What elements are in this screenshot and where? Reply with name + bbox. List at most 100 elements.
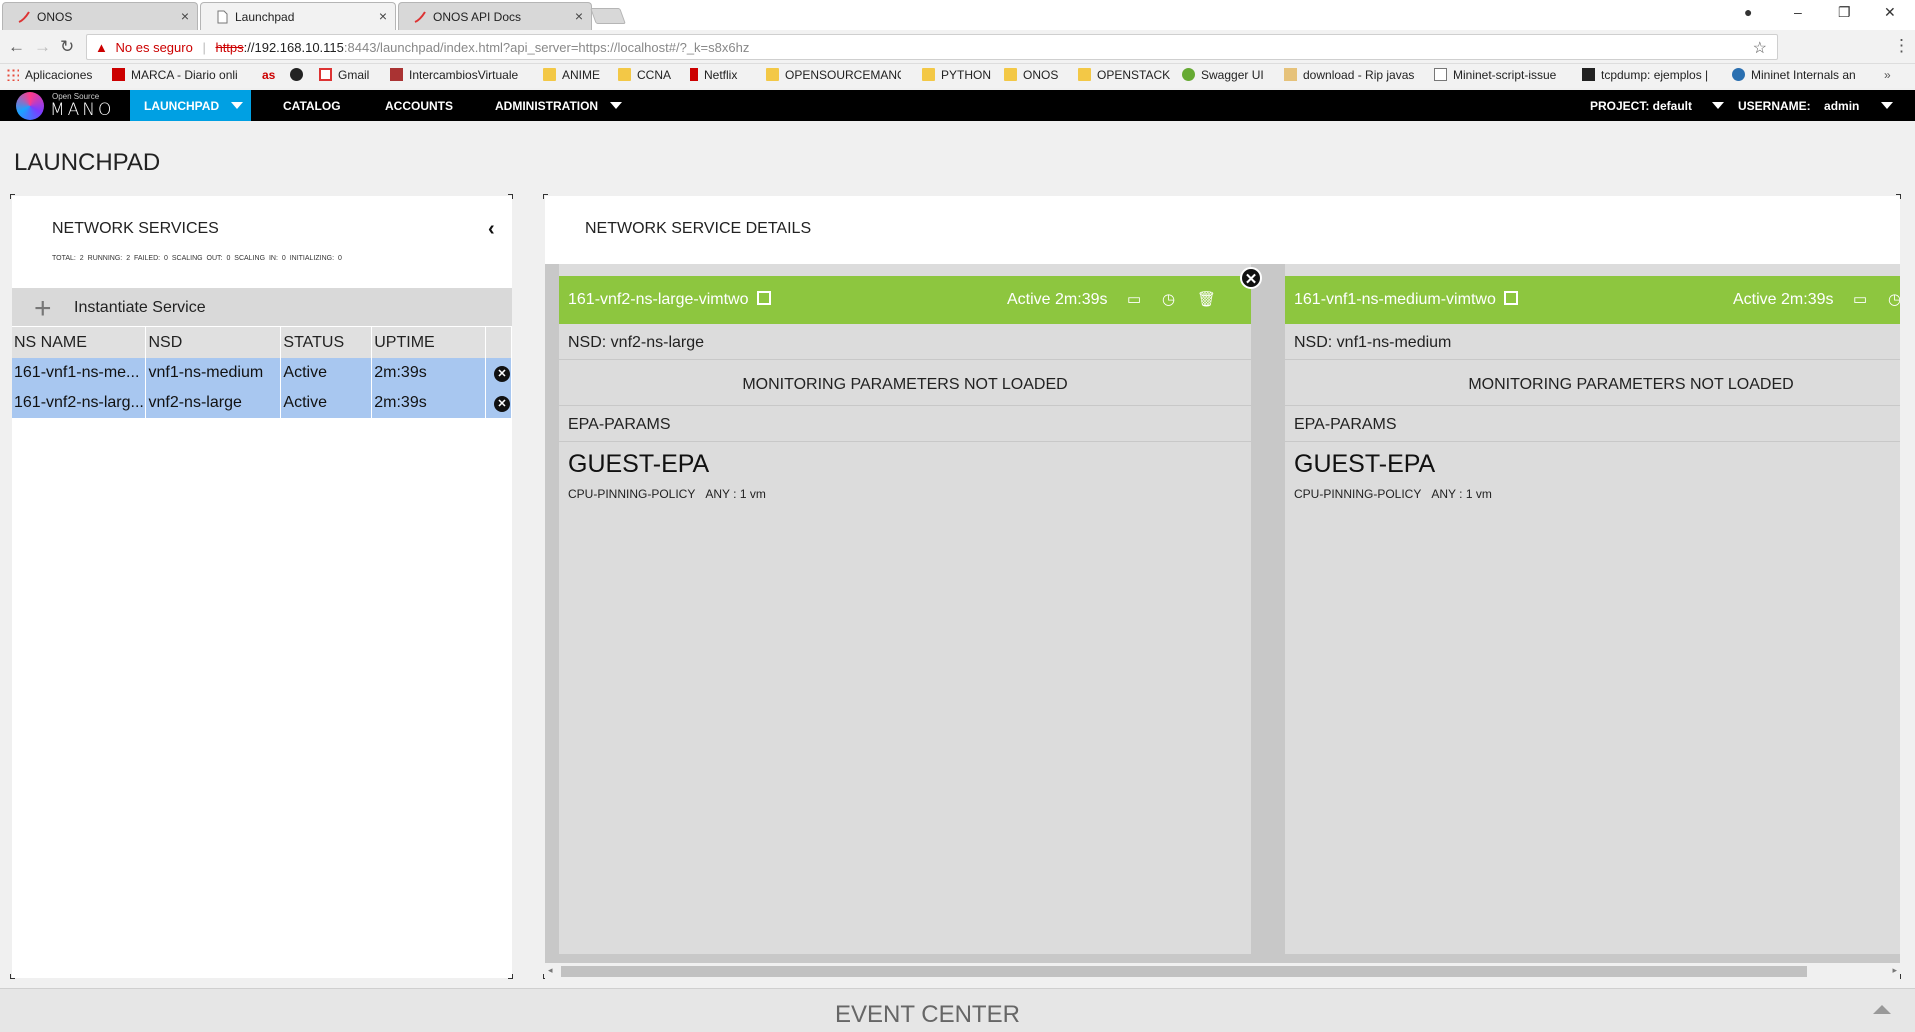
nav-label: LAUNCHPAD [144,99,220,113]
bookmark-label: CCNA [637,68,672,82]
onos-favicon-icon [18,11,30,23]
ns-card-nsd: NSD: vnf2-ns-large [559,324,1251,360]
bookmark-onos[interactable]: ONOS [1004,68,1058,82]
url-input[interactable]: ▲ No es seguro | https://192.168.10.115:… [86,34,1778,60]
folder-icon [543,68,556,81]
bookmark-mininet-script[interactable]: Mininet-script-issue [1434,68,1568,82]
event-center-bar[interactable]: EVENT CENTER [0,988,1915,1032]
bookmark-label: Swagger UI [1201,68,1264,82]
bookmark-anime[interactable]: ANIME [543,68,600,82]
netflix-icon [690,68,698,81]
page-title: LAUNCHPAD [14,149,161,176]
bookmark-netflix[interactable]: Netflix [690,68,737,82]
warning-icon: ▲ [95,40,108,55]
bookmark-download[interactable]: download - Rip javas [1284,68,1416,82]
bookmark-mundo[interactable] [290,68,309,82]
ns-card-title-link[interactable]: 161-vnf1-ns-medium-vimtwo [1294,291,1518,309]
bookmark-python[interactable]: PYTHON [922,68,991,82]
back-icon[interactable]: ← [8,37,25,57]
bookmark-openstack[interactable]: OPENSTACK [1078,68,1170,82]
bookmark-gmail[interactable]: Gmail [319,68,369,82]
column-header-nsd[interactable]: NSD [145,327,282,358]
ns-card: 161-vnf1-ns-medium-vimtwo Active 2m:39s … [1285,264,1900,954]
console-monitor-icon[interactable]: ▭ [1127,290,1141,308]
wordpress-icon [1732,68,1745,81]
ns-card-title-link[interactable]: 161-vnf2-ns-large-vimtwo [568,291,771,309]
reload-icon[interactable]: ↻ [60,37,74,57]
delete-ns-icon[interactable]: ✕ [493,396,510,412]
network-services-table: NS NAME NSD STATUS UPTIME 161-vnf1-ns-me… [12,327,513,418]
column-header-actions [485,327,513,358]
bookmark-apps[interactable]: Aplicaciones [6,68,92,82]
bookmark-opensourcemano[interactable]: OPENSOURCEMANO [766,68,901,82]
project-selector[interactable]: PROJECT: default [1590,90,1725,121]
clock-icon[interactable]: ◷ [1888,290,1900,308]
profile-icon[interactable]: ● [1744,4,1752,20]
external-link-icon [1503,291,1518,305]
horizontal-scrollbar[interactable]: ◂ ▸ [545,963,1900,980]
ns-card-status: Active 2m:39s [1007,291,1108,308]
mundo-icon [290,68,303,81]
bookmark-intercambios[interactable]: IntercambiosVirtuale [390,68,518,82]
bookmark-ccna[interactable]: CCNA [618,68,671,82]
nav-accounts[interactable]: ACCOUNTS [385,90,453,121]
bookmark-mininet-internals[interactable]: Mininet Internals an [1732,68,1874,82]
bookmark-as[interactable]: as [262,68,275,82]
browser-tabstrip: ONOS × Launchpad × ONOS API Docs × ● – ❐… [0,0,1915,30]
new-tab-button[interactable] [590,8,626,24]
restore-icon[interactable]: ❐ [1838,4,1851,21]
clock-icon[interactable]: ◷ [1162,290,1175,308]
bookmark-swagger[interactable]: Swagger UI [1182,68,1264,82]
bookmark-star-icon[interactable]: ☆ [1753,38,1767,58]
tab-close-icon[interactable]: × [379,8,387,24]
cell-uptime: 2m:39s [371,358,486,388]
bookmark-label: PYTHON [941,68,992,82]
minimize-icon[interactable]: – [1794,4,1802,20]
ns-card-header: 161-vnf2-ns-large-vimtwo Active 2m:39s ▭… [559,276,1251,324]
chevron-down-icon [610,102,623,109]
bookmark-tcpdump[interactable]: tcpdump: ejemplos | [1582,68,1728,82]
scrollbar-thumb[interactable] [561,966,1807,977]
bookmarks-overflow-icon[interactable]: » [1884,68,1891,82]
scroll-left-icon[interactable]: ◂ [548,965,553,976]
url-protocol: https [215,40,244,55]
address-bar-row: ← → ↻ ▲ No es seguro | https://192.168.1… [0,30,1915,64]
network-services-stats: TOTAL: 2 RUNNING: 2 FAILED: 0 SCALING OU… [52,255,342,262]
cell-status: Active [280,358,373,388]
close-card-icon[interactable]: ✕ [1240,267,1262,289]
url-path: :8443/launchpad/index.html?api_server=ht… [343,40,750,55]
column-header-status[interactable]: STATUS [280,327,373,358]
browser-tab-onos[interactable]: ONOS × [2,2,198,30]
browser-tab-onos-api-docs[interactable]: ONOS API Docs × [398,2,592,30]
nav-launchpad[interactable]: LAUNCHPAD [130,90,251,121]
table-row[interactable]: 161-vnf2-ns-larg... vnf2-ns-large Active… [12,388,513,418]
delete-ns-icon[interactable]: ✕ [493,366,510,382]
column-header-uptime[interactable]: UPTIME [371,327,486,358]
tab-close-icon[interactable]: × [181,8,189,24]
bookmark-marca[interactable]: MARCA - Diario onli [112,68,238,82]
nav-catalog[interactable]: CATALOG [283,90,341,121]
window-close-icon[interactable]: ✕ [1884,4,1896,21]
bookmark-label: ONOS [1023,68,1059,82]
collapse-panel-icon[interactable]: ‹ [488,218,495,241]
folder-icon [1078,68,1091,81]
browser-menu-icon[interactable]: ⋮ [1893,36,1910,56]
plus-icon: + [34,292,52,325]
forward-icon[interactable]: → [34,37,51,57]
instantiate-service-button[interactable]: + Instantiate Service [12,288,512,326]
scroll-right-icon[interactable]: ▸ [1892,965,1897,976]
column-header-ns-name[interactable]: NS NAME [12,327,147,358]
console-monitor-icon[interactable]: ▭ [1853,290,1867,308]
browser-tab-launchpad[interactable]: Launchpad × [200,2,396,30]
ns-card-header: 161-vnf1-ns-medium-vimtwo Active 2m:39s … [1285,276,1900,324]
event-center-title: EVENT CENTER [835,1001,1020,1028]
user-menu[interactable]: USERNAME: admin [1738,90,1894,121]
marca-icon [112,68,125,81]
tab-close-icon[interactable]: × [575,8,583,24]
page-favicon-icon [217,10,228,24]
table-row[interactable]: 161-vnf1-ns-me... vnf1-ns-medium Active … [12,358,513,388]
expand-up-icon[interactable] [1873,1005,1891,1014]
nav-administration[interactable]: ADMINISTRATION [495,90,623,121]
folder-icon [766,68,779,81]
trash-icon[interactable]: 🗑 [1197,290,1216,308]
